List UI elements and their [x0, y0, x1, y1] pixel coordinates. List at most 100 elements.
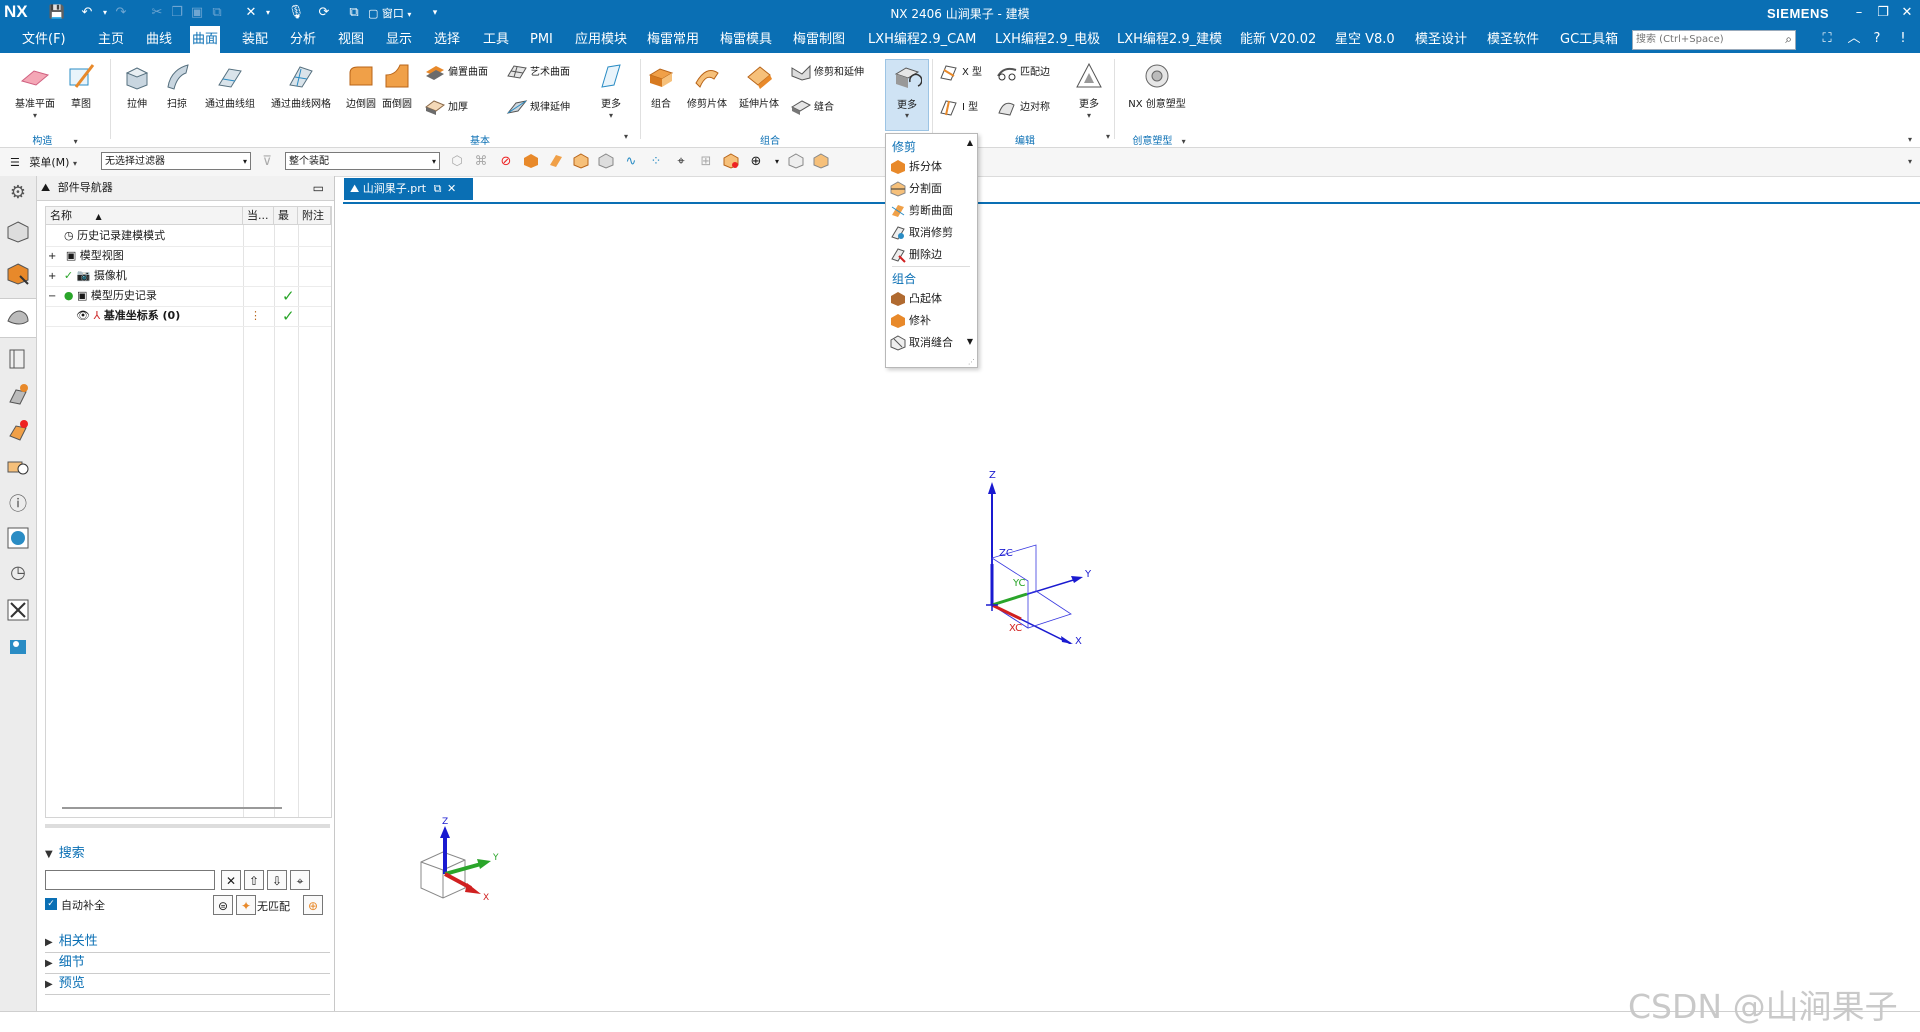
details-section-header[interactable]: ▶ 细节: [45, 953, 330, 974]
tab-lxh-modeling[interactable]: LXH编程2.9_建模: [1115, 26, 1224, 53]
tab-lxh-cam[interactable]: LXH编程2.9_CAM: [866, 26, 978, 53]
find-all-icon[interactable]: ⌖: [290, 870, 310, 890]
nx-realize-shape-button[interactable]: NX 创意塑型: [1120, 59, 1194, 110]
untrim-item[interactable]: 取消修剪: [890, 223, 972, 243]
tab-meilei-common[interactable]: 梅雷常用: [645, 26, 701, 53]
column-header-latest[interactable]: 最: [274, 207, 298, 225]
face-blend-button[interactable]: 面倒圆: [370, 59, 424, 110]
tab-surface[interactable]: 曲面: [190, 26, 221, 53]
select-sheet-icon[interactable]: [597, 153, 615, 171]
show-only-icon[interactable]: [812, 153, 830, 171]
select-tree-icon[interactable]: ⌘: [472, 153, 490, 171]
basic-more-button[interactable]: 更多 ▾: [584, 59, 638, 121]
collapse-icon[interactable]: −: [48, 291, 56, 302]
scroll-down-icon[interactable]: ▼: [967, 337, 973, 346]
select-feature-icon[interactable]: ⬡: [448, 153, 466, 171]
combine-more-button[interactable]: 更多 ▾: [885, 59, 929, 131]
scroll-up-icon[interactable]: ▲: [967, 138, 973, 147]
patch-item[interactable]: 修补: [890, 311, 972, 331]
find-previous-icon[interactable]: ⇧: [244, 870, 264, 890]
tree-row[interactable]: − ● ▣ 模型历史记录 ✓: [46, 286, 331, 307]
tree-row[interactable]: ◷ 历史记录建模模式: [46, 226, 331, 247]
roles-icon[interactable]: [6, 634, 30, 658]
resize-grip-icon[interactable]: ⋰: [968, 358, 975, 366]
info-icon[interactable]: ⓘ: [6, 490, 30, 515]
select-face-icon[interactable]: [547, 153, 565, 171]
column-header-comment[interactable]: 附注: [298, 207, 331, 225]
select-component-icon[interactable]: [722, 153, 740, 171]
emboss-body-item[interactable]: 凸起体: [890, 289, 972, 309]
visibility-eye-icon[interactable]: 👁: [76, 309, 90, 322]
column-header-current[interactable]: 当...: [243, 207, 274, 225]
document-tab[interactable]: ⛰ 山涧果子.prt ⧉ ✕: [344, 178, 473, 200]
horizontal-scrollbar[interactable]: [62, 807, 282, 809]
clear-search-icon[interactable]: ✕: [221, 870, 241, 890]
trim-surface-item[interactable]: 剪断曲面: [890, 201, 972, 221]
tab-assemblies[interactable]: 装配: [240, 26, 270, 53]
select-snap-icon[interactable]: ⌖: [672, 153, 690, 171]
sketch-button[interactable]: 草图: [54, 59, 108, 110]
search-icon[interactable]: ⌕: [1785, 32, 1792, 47]
trim-sheet-button[interactable]: 修剪片体: [680, 59, 734, 110]
expand-icon[interactable]: +: [48, 271, 56, 282]
show-hide-icon[interactable]: [787, 153, 805, 171]
edit-more-button[interactable]: 更多 ▾: [1064, 59, 1114, 121]
system-materials-icon[interactable]: [6, 526, 30, 550]
sew-button[interactable]: 缝合: [790, 95, 834, 121]
chevron-down-icon[interactable]: ▾: [768, 153, 786, 171]
sweep-button[interactable]: 扫掠: [150, 59, 204, 110]
tab-xingkong[interactable]: 星空 V8.0: [1333, 26, 1397, 53]
tab-curve[interactable]: 曲线: [144, 26, 174, 53]
toolbar-options-icon[interactable]: ▾: [1908, 157, 1912, 166]
tab-mosheng-design[interactable]: 模圣设计: [1413, 26, 1469, 53]
tab-nengxin[interactable]: 能新 V20.02: [1238, 26, 1318, 53]
web-browser-icon[interactable]: [6, 418, 30, 442]
delete-edge-item[interactable]: 删除边: [890, 245, 972, 265]
through-curve-mesh-button[interactable]: 通过曲线网格: [266, 59, 336, 110]
extend-sheet-button[interactable]: 延伸片体: [732, 59, 786, 110]
navigator-search-input[interactable]: [45, 870, 215, 890]
assembly-navigator-icon[interactable]: [6, 220, 30, 244]
type-filter-select[interactable]: 无选择过滤器 ▾: [101, 152, 251, 170]
studio-surface-button[interactable]: 艺术曲面: [506, 60, 570, 86]
select-curve-icon[interactable]: ∿: [622, 153, 640, 171]
tab-pmi[interactable]: PMI: [528, 26, 555, 53]
history-palette-icon[interactable]: [6, 454, 30, 478]
law-extension-button[interactable]: 规律延伸: [506, 95, 570, 121]
wildcard-icon[interactable]: ✦: [236, 895, 256, 915]
through-curves-button[interactable]: 通过曲线组: [200, 59, 260, 110]
view-triad[interactable]: Z Y X: [413, 816, 513, 936]
search-section-header[interactable]: ▼ 搜索: [45, 844, 330, 864]
filter-reset-icon[interactable]: ⊽: [258, 153, 276, 171]
selection-scope-select[interactable]: 整个装配 ▾: [285, 152, 440, 170]
tab-home[interactable]: 主页: [96, 26, 126, 53]
chevron-down-icon[interactable]: ▾: [1106, 132, 1110, 141]
dependencies-section-header[interactable]: ▶ 相关性: [45, 932, 330, 953]
tab-application[interactable]: 应用模块: [573, 26, 629, 53]
collapse-ribbon-icon[interactable]: ︿: [1845, 30, 1863, 48]
expand-icon[interactable]: +: [48, 251, 56, 262]
column-header-name[interactable]: 名称 ▲: [46, 207, 243, 225]
restore-icon[interactable]: ❐: [1872, 2, 1894, 24]
chevron-down-icon[interactable]: ▾: [74, 137, 78, 146]
graphics-window[interactable]: Z Y X ZC YC XC Z Y X: [343, 202, 1920, 1013]
process-studio-icon[interactable]: [6, 598, 30, 622]
file-menu[interactable]: 文件(F): [20, 26, 68, 53]
tree-row[interactable]: + ▣ 模型视图: [46, 246, 331, 267]
constraint-navigator-icon[interactable]: [6, 262, 30, 286]
close-icon[interactable]: ✕: [1896, 2, 1918, 24]
reuse-library-icon[interactable]: [6, 346, 30, 370]
select-intent-icon[interactable]: ⊕: [747, 153, 765, 171]
trim-extend-button[interactable]: 修剪和延伸: [790, 60, 864, 86]
close-tab-icon[interactable]: ✕: [447, 182, 456, 195]
full-screen-icon[interactable]: ⛶: [1818, 30, 1836, 48]
alert-icon[interactable]: !: [1894, 30, 1912, 48]
edge-symmetry-button[interactable]: 边对称: [996, 95, 1050, 121]
match-edge-button[interactable]: 匹配边: [996, 60, 1050, 86]
divide-face-item[interactable]: 分割面: [890, 179, 972, 199]
datum-csys[interactable]: Z Y X ZC YC XC: [973, 464, 1113, 644]
tree-row[interactable]: + ✓ 📷 摄像机: [46, 266, 331, 287]
splitter[interactable]: [45, 824, 330, 828]
auto-complete-checkbox[interactable]: ✓: [45, 898, 57, 910]
hd3d-tools-icon[interactable]: [6, 382, 30, 406]
